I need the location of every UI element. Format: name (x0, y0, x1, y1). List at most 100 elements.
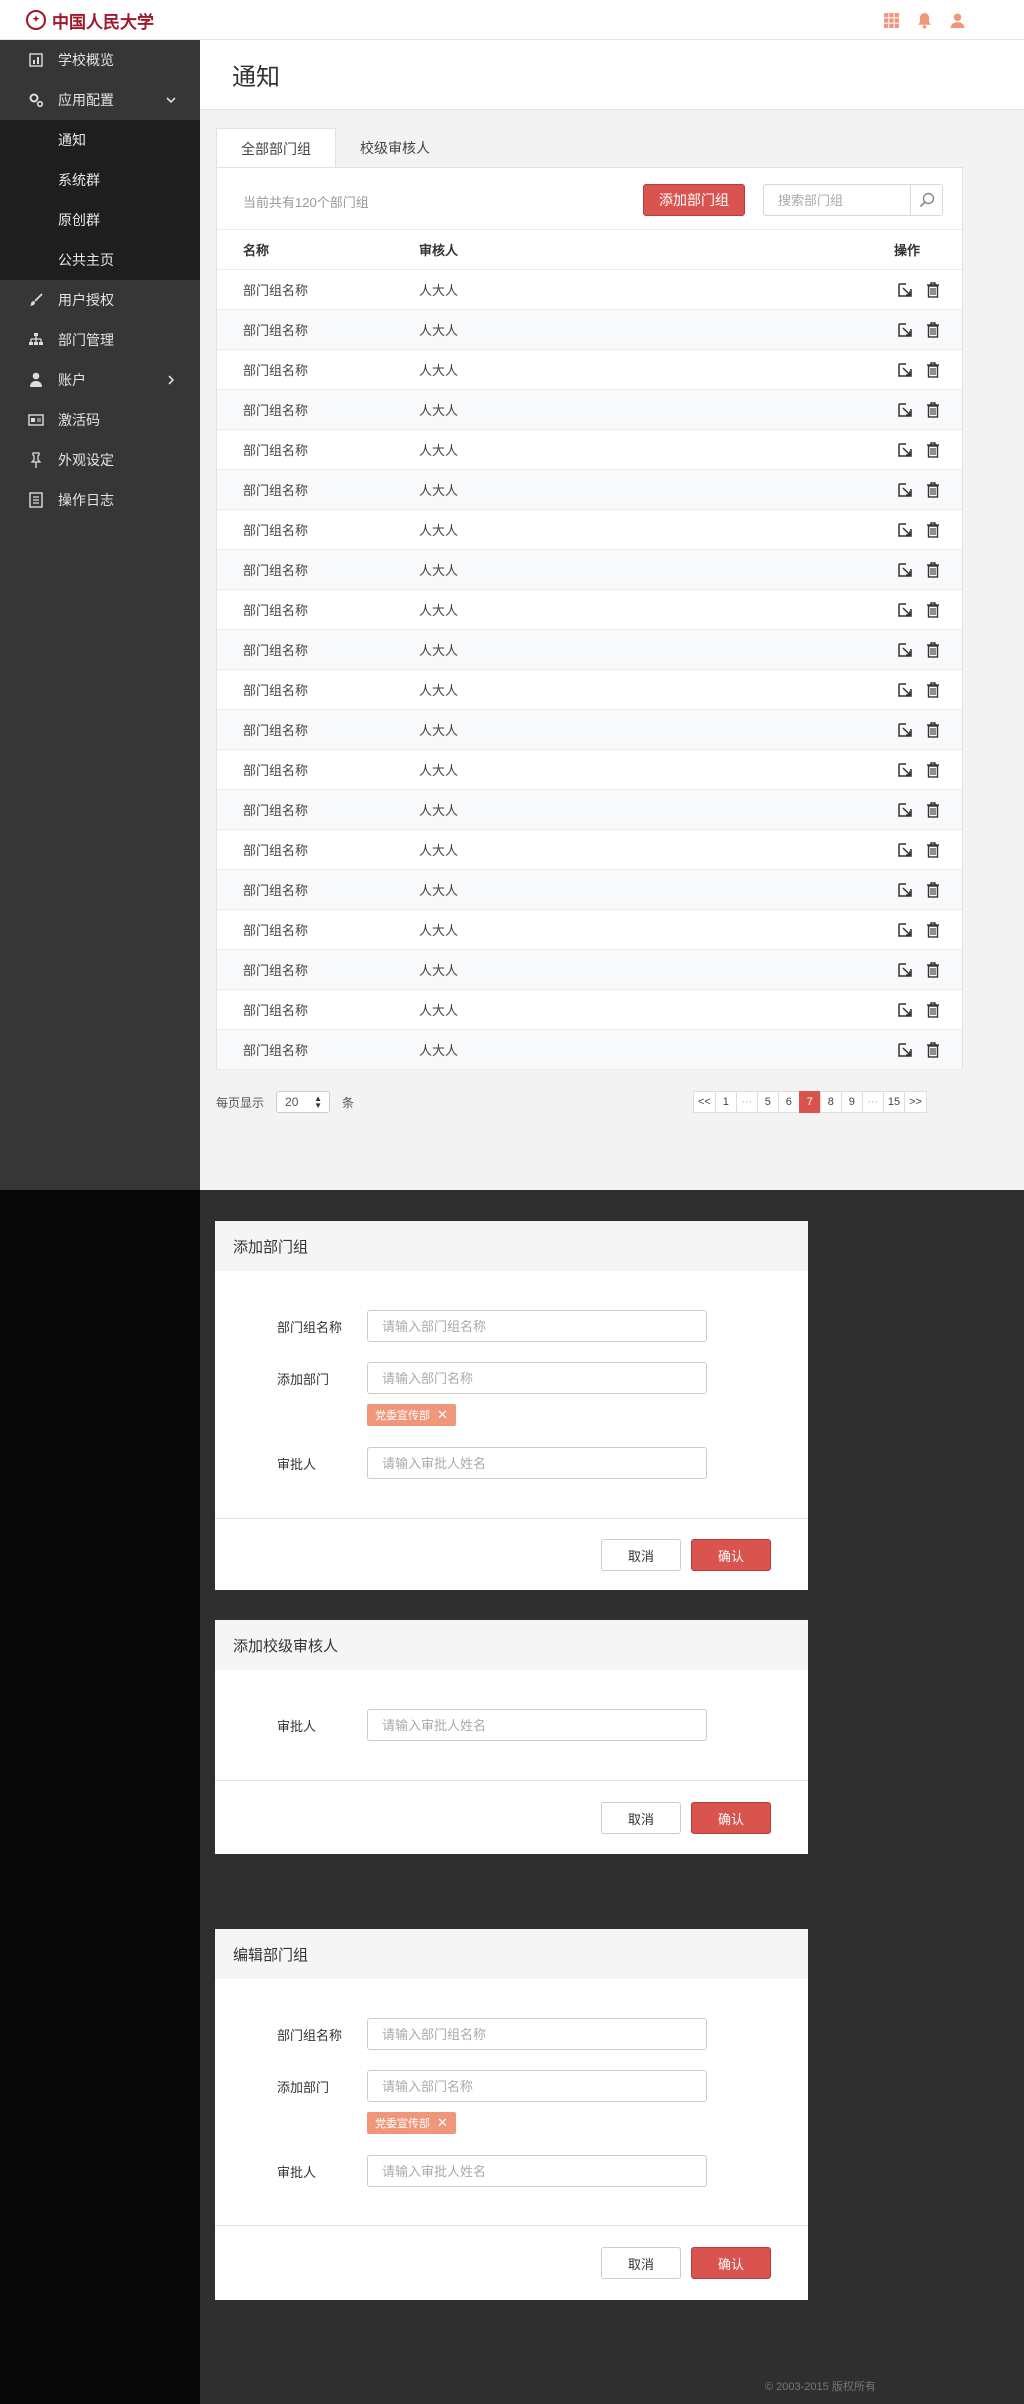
approver-input[interactable] (367, 1709, 707, 1741)
edit-icon[interactable] (897, 402, 913, 418)
approver-input[interactable] (367, 1447, 707, 1479)
edit-icon[interactable] (897, 922, 913, 938)
user-icon[interactable] (949, 12, 966, 29)
group-count: 当前共有120个部门组 (243, 195, 369, 210)
trash-icon[interactable] (925, 842, 941, 858)
edit-icon[interactable] (897, 1002, 913, 1018)
sidebar-item-account[interactable]: 账户 (0, 360, 200, 400)
sidebar-item-activation-code[interactable]: 激活码 (0, 400, 200, 440)
edit-icon[interactable] (897, 802, 913, 818)
pagination-button[interactable]: 6 (777, 1091, 800, 1113)
confirm-button[interactable]: 确认 (691, 1802, 771, 1834)
trash-icon[interactable] (925, 362, 941, 378)
add-dept-group-button[interactable]: 添加部门组 (643, 184, 745, 216)
pagination-ellipsis: ··· (735, 1091, 758, 1113)
edit-icon[interactable] (897, 602, 913, 618)
trash-icon[interactable] (925, 722, 941, 738)
edit-icon[interactable] (897, 1042, 913, 1058)
dept-tag: 党委宣传部 ✕ (367, 2112, 456, 2134)
trash-icon[interactable] (925, 442, 941, 458)
approver-input[interactable] (367, 2155, 707, 2187)
trash-icon[interactable] (925, 522, 941, 538)
pagination-button[interactable]: 1 (714, 1091, 737, 1113)
edit-icon[interactable] (897, 442, 913, 458)
pagination-button[interactable]: << (693, 1091, 716, 1113)
table-row: 部门组名称 人大人 (217, 950, 962, 990)
trash-icon[interactable] (925, 962, 941, 978)
dept-name-input[interactable] (367, 1362, 707, 1394)
edit-icon[interactable] (897, 522, 913, 538)
chevron-right-icon (168, 375, 175, 385)
page-size-select[interactable]: 20 ▲ ▼ (276, 1091, 331, 1113)
trash-icon[interactable] (925, 882, 941, 898)
sidebar-item-user-auth[interactable]: 用户授权 (0, 280, 200, 320)
group-name-input[interactable] (367, 2018, 707, 2050)
trash-icon[interactable] (925, 562, 941, 578)
row-reviewer: 人大人 (419, 803, 459, 818)
logo[interactable]: ✦ 中国人民大学 (26, 9, 154, 33)
pagination-button[interactable]: >> (904, 1091, 927, 1113)
edit-icon[interactable] (897, 762, 913, 778)
pagination-button[interactable]: 7 (798, 1091, 821, 1113)
search-input[interactable] (764, 185, 910, 215)
edit-icon[interactable] (897, 282, 913, 298)
close-icon[interactable]: ✕ (437, 2115, 448, 2131)
field-label: 审批人 (277, 1456, 317, 1472)
edit-icon[interactable] (897, 642, 913, 658)
trash-icon[interactable] (925, 922, 941, 938)
trash-icon[interactable] (925, 602, 941, 618)
sidebar-subitem-system-group[interactable]: 系统群 (0, 160, 200, 200)
dept-name-input[interactable] (367, 2070, 707, 2102)
trash-icon[interactable] (925, 802, 941, 818)
edit-icon[interactable] (897, 842, 913, 858)
trash-icon[interactable] (925, 1002, 941, 1018)
sidebar-subitem-public-home[interactable]: 公共主页 (0, 240, 200, 280)
edit-icon[interactable] (897, 722, 913, 738)
edit-icon[interactable] (897, 882, 913, 898)
bell-icon[interactable] (916, 12, 933, 29)
trash-icon[interactable] (925, 482, 941, 498)
edit-icon[interactable] (897, 322, 913, 338)
cancel-button[interactable]: 取消 (601, 1539, 681, 1571)
trash-icon[interactable] (925, 682, 941, 698)
field-label: 审批人 (277, 1718, 317, 1734)
header-name: 名称 (243, 243, 270, 258)
apps-grid-icon[interactable] (883, 12, 900, 29)
search-button[interactable] (910, 185, 942, 215)
edit-dept-group-dialog: 编辑部门组 部门组名称 添加部门 党委宣传部 ✕ 审批人 取消 确认 (215, 1929, 808, 2300)
cancel-button[interactable]: 取消 (601, 2247, 681, 2279)
sidebar-item-overview[interactable]: 学校概览 (0, 40, 200, 80)
group-name-input[interactable] (367, 1310, 707, 1342)
trash-icon[interactable] (925, 322, 941, 338)
edit-icon[interactable] (897, 362, 913, 378)
sidebar-item-operation-log[interactable]: 操作日志 (0, 480, 200, 520)
close-icon[interactable]: ✕ (437, 1407, 448, 1423)
edit-icon[interactable] (897, 482, 913, 498)
trash-icon[interactable] (925, 762, 941, 778)
sidebar-subitem-notice[interactable]: 通知 (0, 120, 200, 160)
sidebar-subitem-original-group[interactable]: 原创群 (0, 200, 200, 240)
edit-icon[interactable] (897, 962, 913, 978)
tab-school-reviewer[interactable]: 校级审核人 (336, 128, 454, 168)
sidebar-item-app-config[interactable]: 应用配置 (0, 80, 200, 120)
trash-icon[interactable] (925, 1042, 941, 1058)
pagination-button[interactable]: 5 (756, 1091, 779, 1113)
row-reviewer: 人大人 (419, 1043, 459, 1058)
trash-icon[interactable] (925, 642, 941, 658)
sidebar-item-appearance[interactable]: 外观设定 (0, 440, 200, 480)
trash-icon[interactable] (925, 402, 941, 418)
pagination-button[interactable]: 15 (882, 1091, 906, 1113)
row-reviewer: 人大人 (419, 363, 459, 378)
edit-icon[interactable] (897, 562, 913, 578)
tab-all-dept-groups[interactable]: 全部部门组 (216, 128, 336, 168)
pagination-button[interactable]: 9 (840, 1091, 863, 1113)
edit-icon[interactable] (897, 682, 913, 698)
sidebar: 学校概览 应用配置 通知 系统群 原创群 公共主页 用户授权 部门管理 账户 激… (0, 40, 200, 1190)
pagination-button[interactable]: 8 (819, 1091, 842, 1113)
sidebar-item-dept-manage[interactable]: 部门管理 (0, 320, 200, 360)
trash-icon[interactable] (925, 282, 941, 298)
log-icon (28, 492, 44, 508)
confirm-button[interactable]: 确认 (691, 1539, 771, 1571)
confirm-button[interactable]: 确认 (691, 2247, 771, 2279)
cancel-button[interactable]: 取消 (601, 1802, 681, 1834)
